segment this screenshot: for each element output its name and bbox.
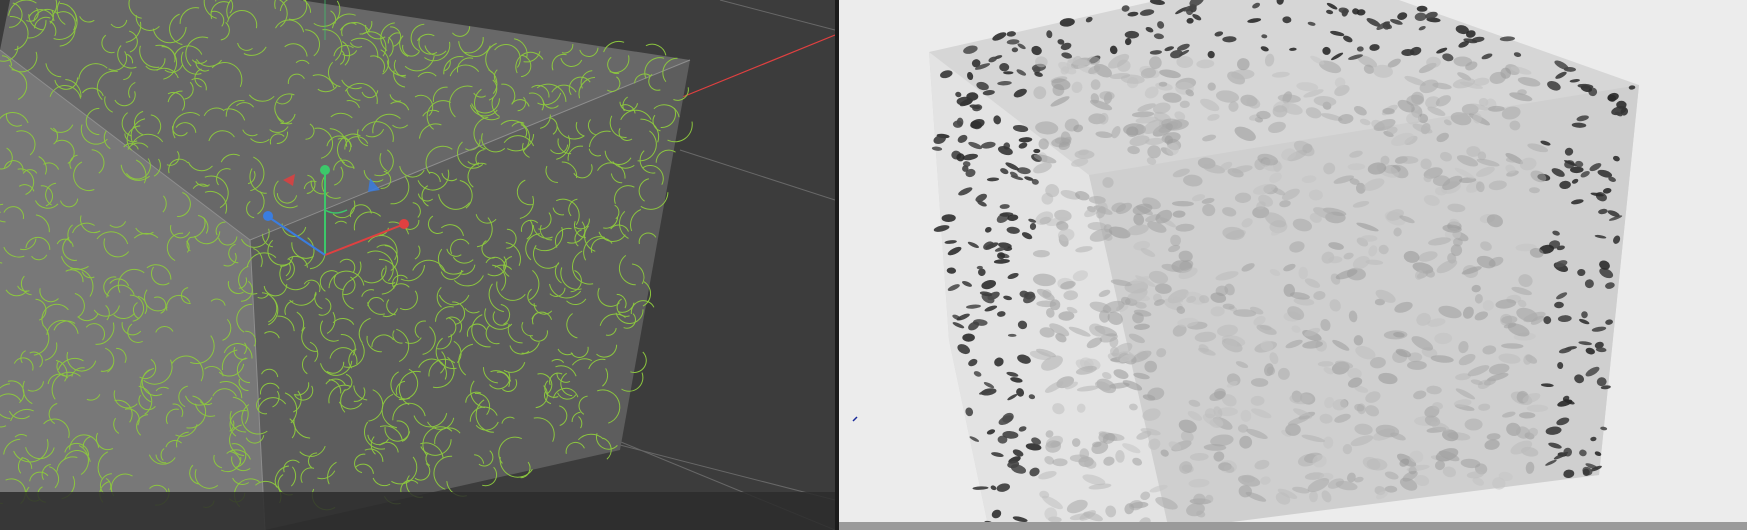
gizmo-handle-y[interactable] bbox=[320, 165, 330, 175]
app-window bbox=[0, 0, 1747, 530]
fur-clump bbox=[1003, 71, 1014, 75]
fur-clump bbox=[1071, 438, 1081, 447]
gizmo-handle-z[interactable] bbox=[263, 211, 273, 221]
fur-clump bbox=[1158, 81, 1168, 87]
editor-viewport[interactable] bbox=[0, 0, 835, 530]
fur-clump bbox=[1407, 360, 1427, 370]
editor-viewport-canvas[interactable] bbox=[0, 0, 835, 530]
fur-clump bbox=[1464, 418, 1483, 431]
fur-clump bbox=[952, 120, 963, 128]
render-view-canvas[interactable] bbox=[839, 0, 1747, 530]
render-view[interactable] bbox=[839, 0, 1747, 530]
fur-clump bbox=[1052, 458, 1068, 467]
gizmo-handle-x[interactable] bbox=[399, 219, 409, 229]
render-view-status-strip bbox=[839, 522, 1747, 530]
